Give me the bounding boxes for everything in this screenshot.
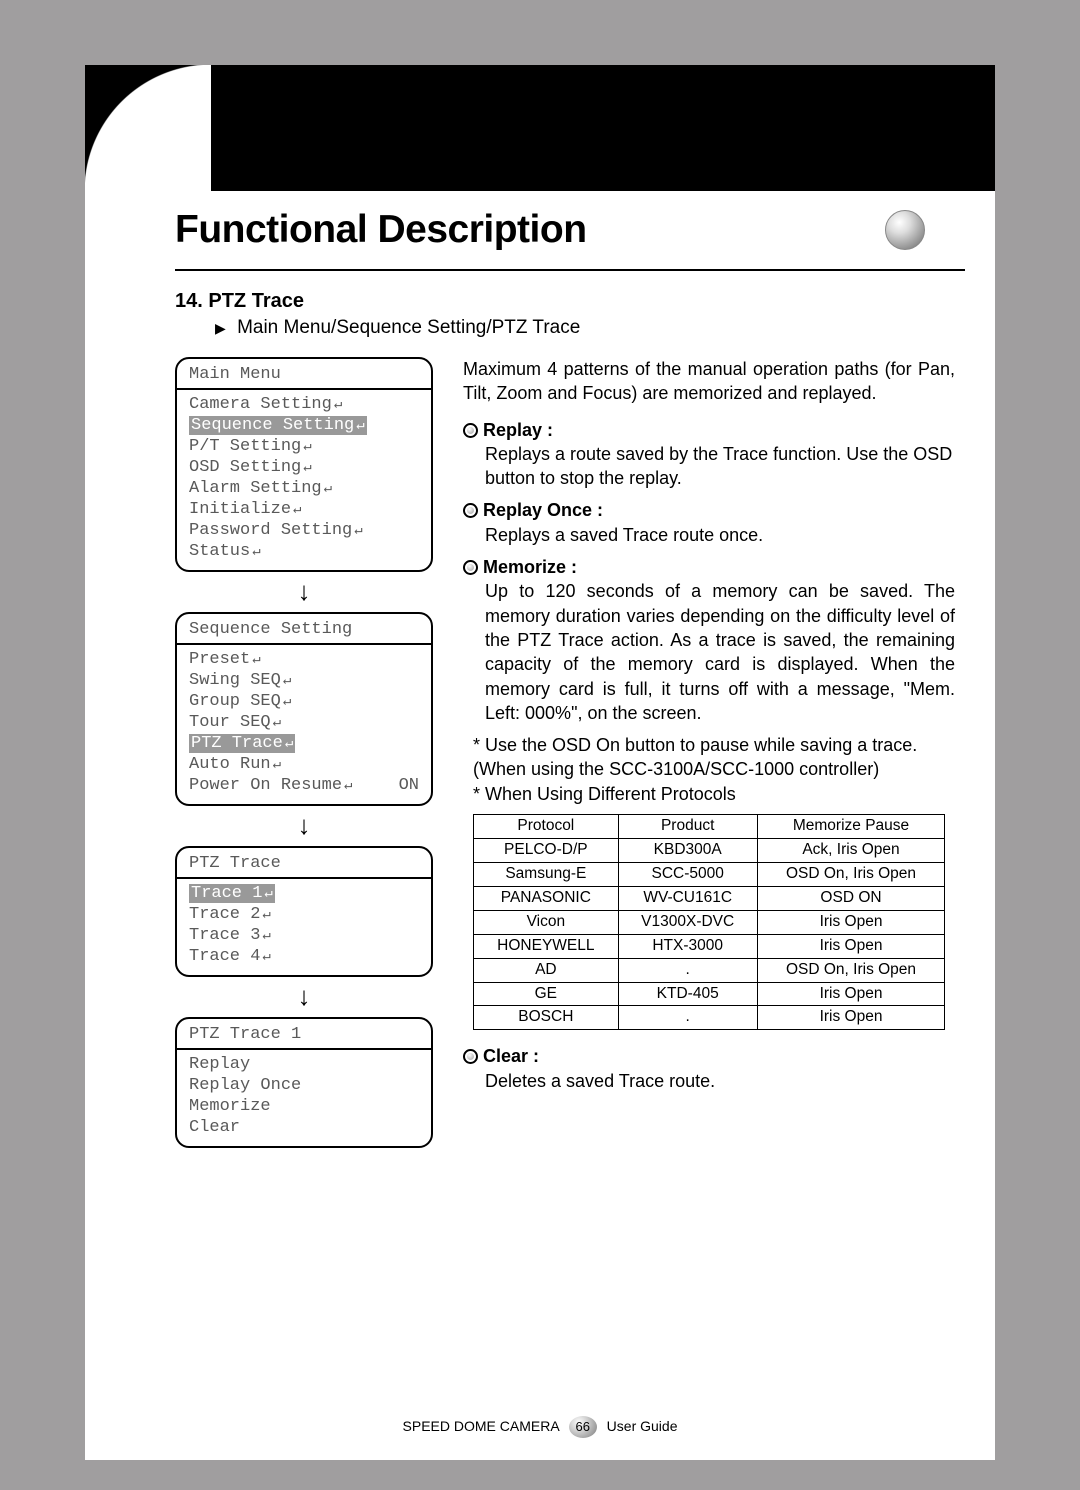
osd-menu-item: Preset [189, 649, 419, 670]
enter-icon [301, 437, 311, 456]
table-header: Product [618, 815, 757, 839]
note-protocols: * When Using Different Protocols [473, 782, 955, 806]
bullet-memorize: Memorize : Up to 120 seconds of a memory… [463, 555, 955, 725]
osd-menu-item: Auto Run [189, 754, 419, 775]
table-header: Memorize Pause [757, 815, 945, 839]
osd-menu-item: Sequence Setting [189, 415, 419, 436]
osd-menu-item: OSD Setting [189, 457, 419, 478]
osd-menu-item: Trace 4 [189, 946, 419, 967]
osd-menu-item: Password Setting [189, 520, 419, 541]
osd-menu-item: Memorize [189, 1096, 419, 1117]
osd-menu-item: Status [189, 541, 419, 562]
osd-menu-item: Camera Setting [189, 394, 419, 415]
enter-icon [271, 713, 281, 732]
osd-menu-item: Alarm Setting [189, 478, 419, 499]
bullet-icon [463, 503, 478, 518]
enter-icon [342, 776, 352, 795]
table-row: ViconV1300X-DVCIris Open [474, 910, 945, 934]
osd-menu-item: Tour SEQ [189, 712, 419, 733]
enter-icon [301, 458, 311, 477]
osd-menu-item: Trace 3 [189, 925, 419, 946]
bullet-replay-once: Replay Once : Replays a saved Trace rout… [463, 498, 955, 547]
osd-menu-item: Group SEQ [189, 691, 419, 712]
arrow-down-icon: ↓ [175, 578, 433, 604]
page-heading: Functional Description [175, 208, 587, 252]
osd-menu-title: Main Menu [177, 359, 431, 390]
intro-paragraph: Maximum 4 patterns of the manual operati… [463, 357, 955, 406]
osd-menu-item: Power On ResumeON [189, 775, 419, 796]
osd-sequence-menu: Sequence Setting PresetSwing SEQGroup SE… [175, 612, 433, 806]
osd-menu-item: Trace 2 [189, 904, 419, 925]
table-row: PANASONICWV-CU161COSD ON [474, 886, 945, 910]
osd-menu-item: Clear [189, 1117, 419, 1138]
osd-menu-item: P/T Setting [189, 436, 419, 457]
protocol-table: ProtocolProductMemorize Pause PELCO-D/PK… [473, 814, 945, 1030]
bullet-icon [463, 560, 478, 575]
osd-ptz-trace-menu: PTZ Trace Trace 1Trace 2Trace 3Trace 4 [175, 846, 433, 977]
enter-icon [352, 521, 362, 540]
triangle-right-icon: ▶ [215, 320, 226, 336]
enter-icon [332, 395, 342, 414]
page-number-badge: 66 [569, 1416, 597, 1438]
enter-icon [281, 671, 291, 690]
enter-icon [250, 542, 260, 561]
table-row: HONEYWELLHTX-3000Iris Open [474, 934, 945, 958]
table-row: BOSCH.Iris Open [474, 1006, 945, 1030]
enter-icon [262, 884, 272, 903]
enter-icon [354, 416, 364, 435]
osd-menu-title: PTZ Trace 1 [177, 1019, 431, 1050]
table-header: Protocol [474, 815, 619, 839]
enter-icon [260, 905, 270, 924]
osd-menu-title: Sequence Setting [177, 614, 431, 645]
enter-icon [260, 947, 270, 966]
enter-icon [271, 755, 281, 774]
section-title: 14. PTZ Trace [175, 290, 955, 313]
arrow-down-icon: ↓ [175, 812, 433, 838]
osd-menu-item: Trace 1 [189, 883, 419, 904]
bullet-replay: Replay : Replays a route saved by the Tr… [463, 418, 955, 491]
bullet-icon [463, 1049, 478, 1064]
enter-icon [322, 479, 332, 498]
enter-icon [281, 692, 291, 711]
table-row: GEKTD-405Iris Open [474, 982, 945, 1006]
table-row: PELCO-D/PKBD300AAck, Iris Open [474, 838, 945, 862]
osd-ptz-trace-1-menu: PTZ Trace 1 ReplayReplay OnceMemorizeCle… [175, 1017, 433, 1148]
osd-menu-item: Swing SEQ [189, 670, 419, 691]
osd-main-menu: Main Menu Camera SettingSequence Setting… [175, 357, 433, 572]
osd-menu-item: Initialize [189, 499, 419, 520]
table-row: Samsung-ESCC-5000OSD On, Iris Open [474, 862, 945, 886]
arrow-down-icon: ↓ [175, 983, 433, 1009]
note-pause: * Use the OSD On button to pause while s… [473, 733, 955, 782]
osd-menu-item: PTZ Trace [189, 733, 419, 754]
osd-menu-item: Replay Once [189, 1075, 419, 1096]
osd-menu-item: Replay [189, 1054, 419, 1075]
page-footer: SPEED DOME CAMERA 66 User Guide [85, 1416, 995, 1438]
bullet-clear: Clear : Deletes a saved Trace route. [463, 1044, 955, 1093]
enter-icon [250, 650, 260, 669]
enter-icon [260, 926, 270, 945]
bullet-icon [463, 423, 478, 438]
enter-icon [291, 500, 301, 519]
table-row: AD.OSD On, Iris Open [474, 958, 945, 982]
decorative-sphere-icon [885, 210, 925, 250]
osd-menu-title: PTZ Trace [177, 848, 431, 879]
enter-icon [283, 734, 293, 753]
breadcrumb: ▶ Main Menu/Sequence Setting/PTZ Trace [215, 317, 955, 339]
